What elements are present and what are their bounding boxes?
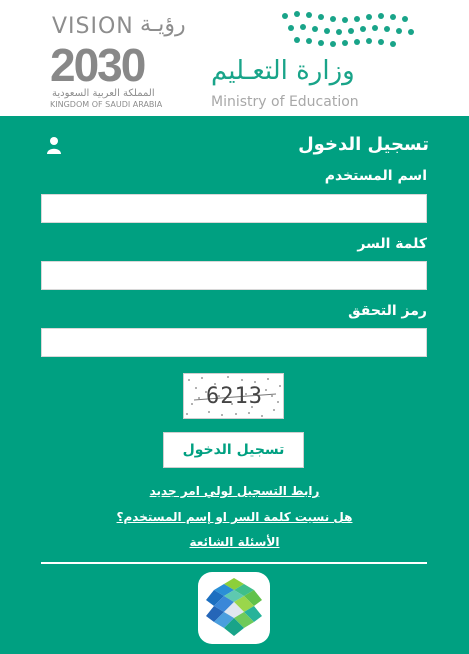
login-button[interactable]: تسجيل الدخول — [163, 432, 304, 468]
forgot-credentials-link[interactable]: هل نسيت كلمة السر او إسم المستخدم؟ — [0, 510, 469, 524]
ministry-of-education-logo: وزارة التعـليم Ministry of Education — [205, 8, 445, 110]
header: VISION رؤيـة 2030 المملكة العربية السعود… — [0, 0, 469, 116]
divider — [41, 562, 427, 564]
vision-word: VISION — [52, 14, 134, 39]
kingdom-english: KINGDOM OF SAUDI ARABIA — [50, 100, 163, 109]
login-panel: تسجيل الدخول اسم المستخدم كلمة السر رمز … — [0, 116, 469, 654]
vision-year: 2030 — [50, 39, 146, 91]
captcha-field[interactable] — [41, 328, 427, 357]
username-field[interactable] — [41, 194, 427, 223]
vision-2030-logo: VISION رؤيـة 2030 المملكة العربية السعود… — [42, 12, 188, 109]
password-field[interactable] — [41, 261, 427, 290]
kingdom-arabic: المملكة العربية السعودية — [52, 88, 155, 99]
login-title: تسجيل الدخول — [298, 134, 429, 155]
ministry-arabic: وزارة التعـليم — [211, 56, 355, 86]
app-logo-icon — [206, 578, 262, 636]
captcha-code: 6213 — [206, 384, 263, 409]
app-logo — [198, 572, 270, 644]
captcha-label: رمز التحقق — [348, 303, 427, 319]
user-icon — [47, 137, 61, 154]
vision-arabic-word: رؤيـة — [140, 12, 186, 37]
username-label: اسم المستخدم — [324, 168, 427, 184]
faq-link[interactable]: الأسئلة الشائعة — [0, 535, 469, 549]
ministry-english: Ministry of Education — [211, 94, 359, 110]
captcha-image: 6213 — [183, 373, 284, 419]
password-label: كلمة السر — [357, 236, 427, 252]
ministry-dots-icon — [282, 11, 414, 47]
guardian-register-link[interactable]: رابط التسجيل لولي امر جديد — [0, 484, 469, 498]
